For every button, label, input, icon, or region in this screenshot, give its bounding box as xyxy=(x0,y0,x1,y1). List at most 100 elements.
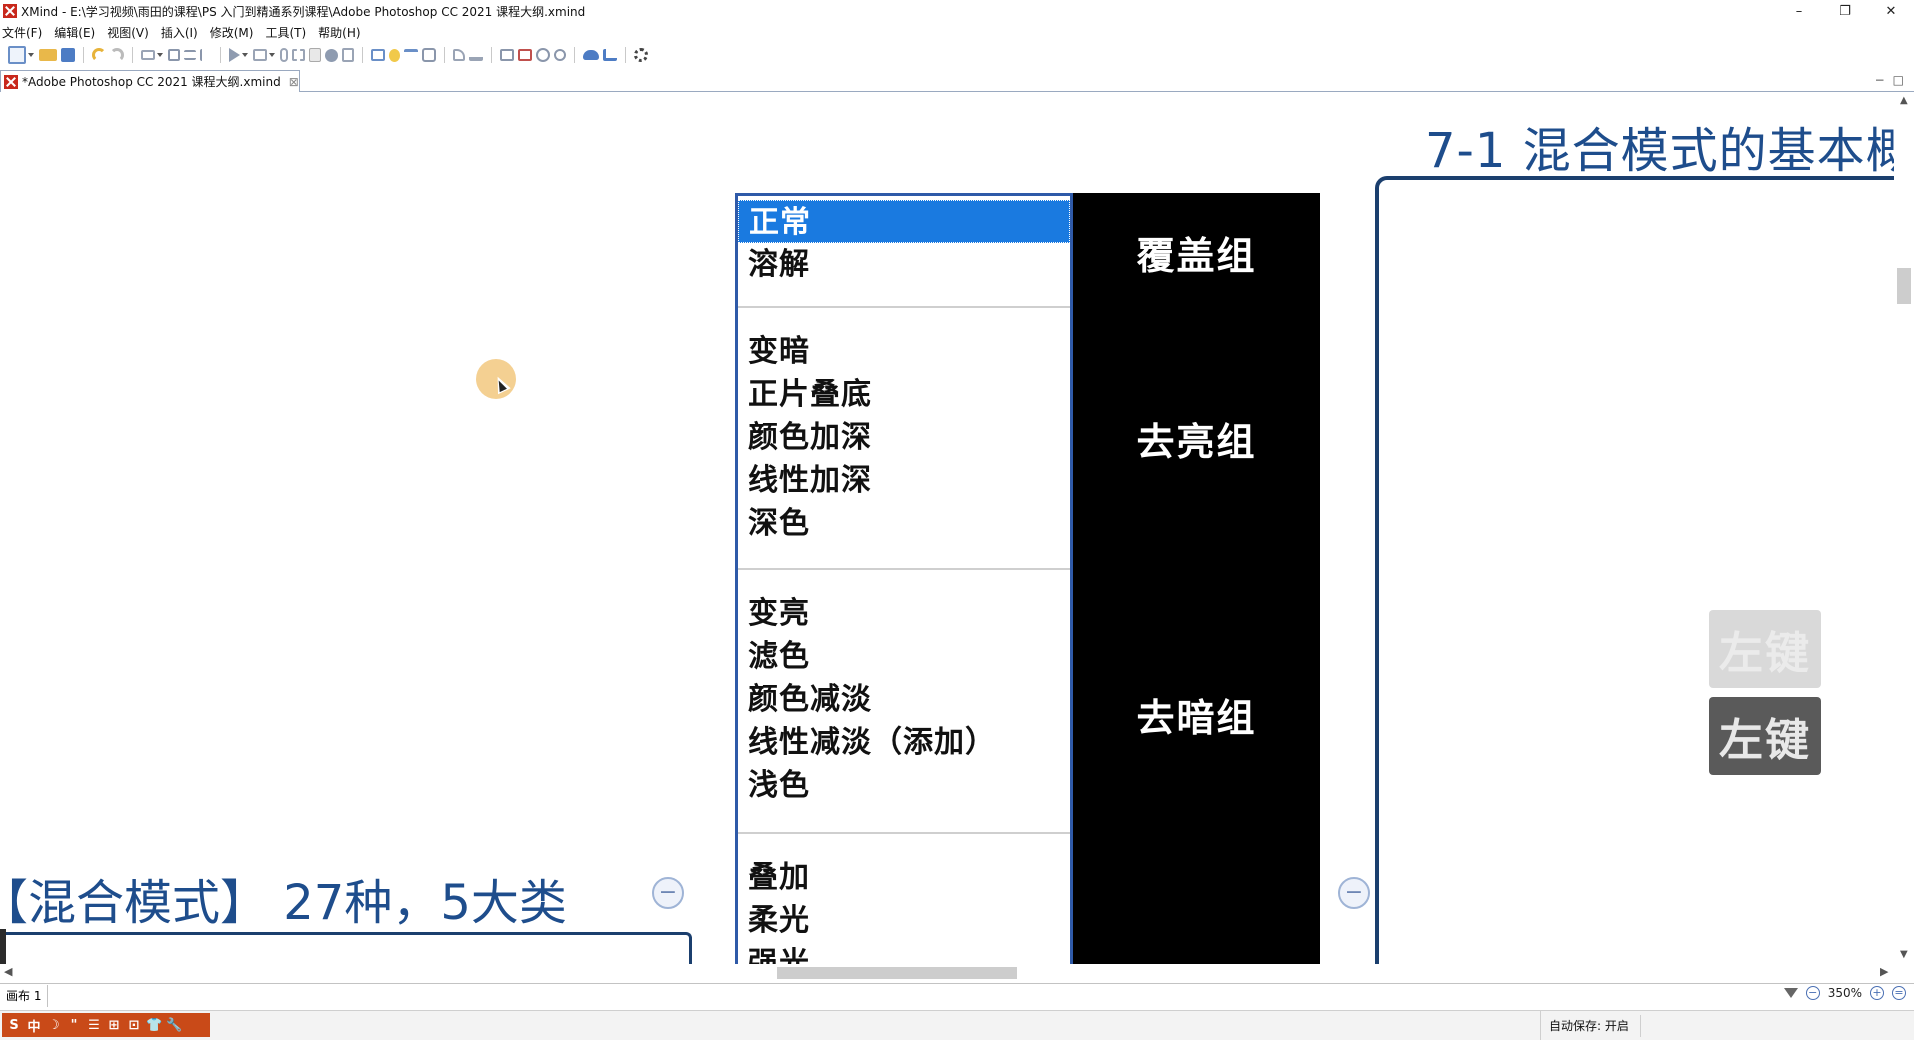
sheet-tab-1[interactable]: 画布 1 xyxy=(0,984,49,1007)
blend-group-overlay: 正常 溶解 xyxy=(738,196,1070,308)
parent-topic-icon[interactable] xyxy=(200,49,212,61)
zoom-controls: − 350% + = xyxy=(1783,986,1906,1000)
toolbar-separator xyxy=(132,47,133,63)
zoom-out-icon[interactable]: − xyxy=(1805,986,1820,1000)
scroll-up-icon[interactable]: ▲ xyxy=(1900,95,1908,106)
label-darken-group: 去亮组 xyxy=(1136,420,1257,464)
toolbar-separator xyxy=(362,47,363,63)
scroll-left-icon[interactable]: ◀ xyxy=(4,965,12,978)
label-overlay-group: 覆盖组 xyxy=(1136,234,1257,278)
ime-logo-icon[interactable]: S xyxy=(6,1018,22,1033)
topic-boundary-handle xyxy=(0,929,6,964)
blend-item-lighten: 变亮 xyxy=(748,596,810,631)
editor-tab-bar: *Adobe Photoshop CC 2021 课程大纲.xmind ⊠ − … xyxy=(0,70,1914,92)
label-icon[interactable] xyxy=(342,48,354,62)
topic-dropdown-icon[interactable] xyxy=(157,53,163,57)
blend-item-color-burn: 颜色加深 xyxy=(748,420,872,455)
scroll-right-icon[interactable]: ▶ xyxy=(1880,965,1888,978)
ime-shirt-icon[interactable]: 👕 xyxy=(146,1018,162,1033)
toolbar-separator xyxy=(574,47,575,63)
zoom-fit-icon[interactable]: = xyxy=(1892,986,1906,1000)
new-file-icon[interactable] xyxy=(8,46,26,64)
marker-icon[interactable] xyxy=(325,48,338,62)
export-icon[interactable] xyxy=(603,49,617,61)
blend-item-screen: 滤色 xyxy=(748,639,810,674)
menu-insert[interactable]: 插入(I) xyxy=(159,24,204,41)
ime-keyboard-icon[interactable]: ☰ xyxy=(86,1018,102,1033)
topic-boundary-left xyxy=(0,932,692,964)
menu-help[interactable]: 帮助(H) xyxy=(316,24,366,41)
toolbar-separator xyxy=(625,47,626,63)
play-dropdown-icon[interactable] xyxy=(242,53,248,57)
presentation-play-icon[interactable] xyxy=(229,48,240,62)
settings-gear-icon[interactable] xyxy=(634,48,648,62)
outline-view-icon[interactable] xyxy=(500,49,514,61)
blend-item-soft-light: 柔光 xyxy=(748,903,810,938)
horizontal-scroll-thumb[interactable] xyxy=(777,967,1017,979)
editor-minimize-icon[interactable]: − xyxy=(1875,73,1885,87)
save-icon[interactable] xyxy=(61,48,75,62)
image-icon[interactable] xyxy=(253,49,267,61)
close-button[interactable]: ✕ xyxy=(1868,0,1914,22)
topic-title-blend-basics[interactable]: 7-1 混合模式的基本概 xyxy=(1425,111,1894,181)
scroll-down-icon[interactable]: ▼ xyxy=(1900,949,1908,960)
filter-icon[interactable] xyxy=(1783,988,1798,998)
toolbar-separator xyxy=(491,47,492,63)
blend-item-linear-burn: 线性加深 xyxy=(748,463,872,498)
style-brush-icon[interactable] xyxy=(469,49,483,61)
blend-mode-list: 正常 溶解 变暗 正片叠底 颜色加深 线性加深 深色 变亮 滤色 颜色减淡 线性… xyxy=(735,193,1073,964)
topic-icon[interactable] xyxy=(141,50,155,60)
idea-bulb-icon[interactable] xyxy=(389,48,400,62)
open-folder-icon[interactable] xyxy=(39,49,57,61)
vertical-scroll-thumb[interactable] xyxy=(1897,268,1911,304)
ime-skin-icon[interactable]: ⊡ xyxy=(126,1018,142,1033)
tab-close-icon[interactable]: ⊠ xyxy=(289,75,299,89)
new-file-dropdown-icon[interactable] xyxy=(28,53,34,57)
attachment-icon[interactable] xyxy=(280,48,288,62)
undo-icon[interactable] xyxy=(92,48,106,62)
clock-icon[interactable] xyxy=(536,48,550,62)
note-icon[interactable] xyxy=(309,48,321,62)
share-cloud-icon[interactable] xyxy=(583,50,599,60)
menu-edit[interactable]: 编辑(E) xyxy=(52,24,101,41)
vertical-scrollbar[interactable]: ▲ ▼ xyxy=(1894,93,1914,964)
boundary-icon[interactable] xyxy=(292,49,305,61)
minimize-button[interactable]: – xyxy=(1776,0,1822,22)
editor-tab-course-outline[interactable]: *Adobe Photoshop CC 2021 课程大纲.xmind ⊠ xyxy=(0,70,300,92)
menu-tools[interactable]: 工具(T) xyxy=(263,24,312,41)
topic-blend-modes-categories[interactable]: 【混合模式】 27种，5大类 xyxy=(0,863,567,933)
ime-toolbox-icon[interactable]: ⊞ xyxy=(106,1018,122,1033)
collapse-button-left[interactable]: − xyxy=(652,877,684,909)
restore-button[interactable]: ❐ xyxy=(1822,0,1868,22)
blend-item-dissolve: 溶解 xyxy=(748,247,810,282)
ime-chinese-mode[interactable]: 中 xyxy=(26,1016,42,1035)
subtopic-icon[interactable] xyxy=(168,49,180,61)
autosave-status: 自动保存: 开启 xyxy=(1540,1011,1629,1040)
image-dropdown-icon[interactable] xyxy=(269,53,275,57)
horizontal-scrollbar[interactable]: ◀ ▶ xyxy=(0,964,1894,982)
blend-item-lighter-color: 浅色 xyxy=(748,768,810,803)
zoom-search-icon[interactable] xyxy=(554,49,566,61)
ime-moon-icon[interactable]: ☽ xyxy=(46,1018,62,1033)
blend-modes-image[interactable]: 正常 溶解 变暗 正片叠底 颜色加深 线性加深 深色 变亮 滤色 颜色减淡 线性… xyxy=(735,193,1320,964)
status-bar: S 中 ☽ " ☰ ⊞ ⊡ 👕 🔧 自动保存: 开启 xyxy=(0,1010,1914,1040)
toolbar-separator xyxy=(220,47,221,63)
menu-view[interactable]: 视图(V) xyxy=(105,24,155,41)
menu-modify[interactable]: 修改(M) xyxy=(208,24,260,41)
summary-icon[interactable] xyxy=(371,49,385,61)
mindmap-canvas[interactable]: 7-1 混合模式的基本概 【混合模式】 27种，5大类 − − 正常 溶解 变暗… xyxy=(0,93,1894,964)
insert-before-icon[interactable] xyxy=(184,50,196,60)
zoom-in-icon[interactable]: + xyxy=(1870,986,1884,1000)
structure-icon[interactable] xyxy=(404,49,418,61)
format-painter-icon[interactable] xyxy=(453,49,465,61)
collapse-button-right[interactable]: − xyxy=(1338,877,1370,909)
menu-file[interactable]: 文件(F) xyxy=(0,24,48,41)
gantt-view-icon[interactable] xyxy=(518,49,532,61)
toolbar xyxy=(0,43,1914,67)
editor-maximize-icon[interactable]: □ xyxy=(1893,73,1904,87)
relationship-icon[interactable] xyxy=(422,48,436,62)
ime-wrench-icon[interactable]: 🔧 xyxy=(166,1018,182,1033)
ime-punctuation-icon[interactable]: " xyxy=(66,1018,82,1033)
ime-toolbar: S 中 ☽ " ☰ ⊞ ⊡ 👕 🔧 xyxy=(2,1013,210,1037)
redo-icon[interactable] xyxy=(110,48,124,62)
